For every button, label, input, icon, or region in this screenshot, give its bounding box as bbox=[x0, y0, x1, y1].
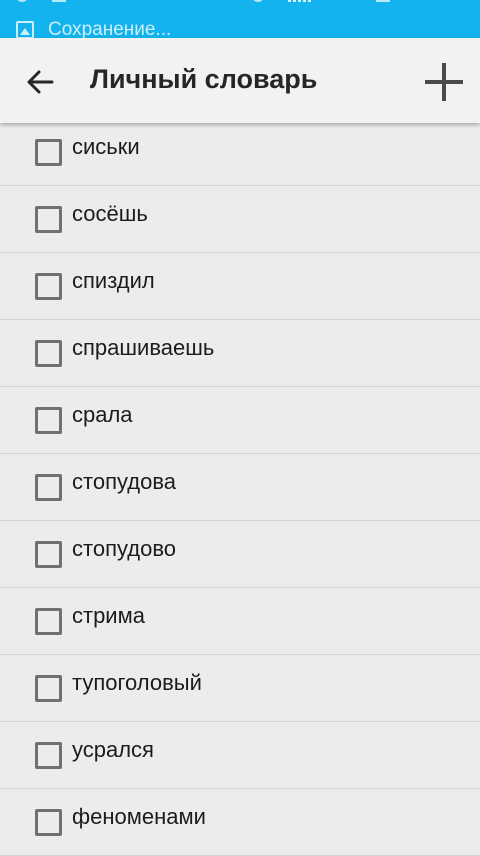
list-item[interactable]: сиськи bbox=[0, 123, 480, 186]
word-label: тупоголовый bbox=[72, 670, 202, 695]
checkbox[interactable] bbox=[35, 541, 62, 568]
checkbox[interactable] bbox=[35, 608, 62, 635]
list-item[interactable]: феноменами bbox=[0, 789, 480, 856]
back-button[interactable] bbox=[18, 60, 62, 104]
word-label: стрима bbox=[72, 603, 145, 628]
checkbox[interactable] bbox=[35, 407, 62, 434]
signal-icon bbox=[288, 0, 312, 2]
word-label: срала bbox=[72, 402, 133, 427]
list-item[interactable]: стрима bbox=[0, 588, 480, 655]
checkbox[interactable] bbox=[35, 273, 62, 300]
image-icon bbox=[16, 21, 34, 38]
checkbox[interactable] bbox=[35, 139, 62, 166]
word-label: стопудова bbox=[72, 469, 176, 494]
word-label: стопудово bbox=[72, 536, 176, 561]
page-title: Личный словарь bbox=[90, 64, 318, 94]
status-bar: Сохранение... bbox=[0, 0, 480, 38]
list-item[interactable]: спиздил bbox=[0, 253, 480, 320]
list-item[interactable]: спрашиваешь bbox=[0, 320, 480, 387]
notification-square-icon bbox=[52, 0, 66, 2]
list-item[interactable]: сосёшь bbox=[0, 186, 480, 253]
word-list: сиськи сосёшь спиздил спрашиваешь срала … bbox=[0, 123, 480, 856]
checkbox[interactable] bbox=[35, 206, 62, 233]
checkbox[interactable] bbox=[35, 340, 62, 367]
list-item[interactable]: срала bbox=[0, 387, 480, 454]
add-word-button[interactable] bbox=[420, 58, 468, 106]
list-item[interactable]: стопудово bbox=[0, 521, 480, 588]
word-label: усрался bbox=[72, 737, 154, 762]
notification-item: Сохранение... bbox=[16, 19, 172, 38]
arrow-left-icon bbox=[27, 70, 54, 94]
checkbox[interactable] bbox=[35, 474, 62, 501]
plus-icon bbox=[425, 63, 463, 101]
list-item[interactable]: тупоголовый bbox=[0, 655, 480, 722]
word-label: сиськи bbox=[72, 134, 140, 159]
word-label: спрашиваешь bbox=[72, 335, 215, 360]
list-item[interactable]: усрался bbox=[0, 722, 480, 789]
list-item[interactable]: стопудова bbox=[0, 454, 480, 521]
wifi-icon bbox=[252, 0, 264, 2]
notification-dot-icon bbox=[16, 0, 28, 2]
word-label: спиздил bbox=[72, 268, 155, 293]
checkbox[interactable] bbox=[35, 809, 62, 836]
app-bar: Личный словарь bbox=[0, 38, 480, 123]
checkbox[interactable] bbox=[35, 742, 62, 769]
word-label: феноменами bbox=[72, 804, 206, 829]
battery-icon bbox=[376, 0, 390, 2]
status-icons bbox=[0, 0, 480, 4]
notification-text: Сохранение... bbox=[48, 19, 172, 38]
word-label: сосёшь bbox=[72, 201, 148, 226]
checkbox[interactable] bbox=[35, 675, 62, 702]
